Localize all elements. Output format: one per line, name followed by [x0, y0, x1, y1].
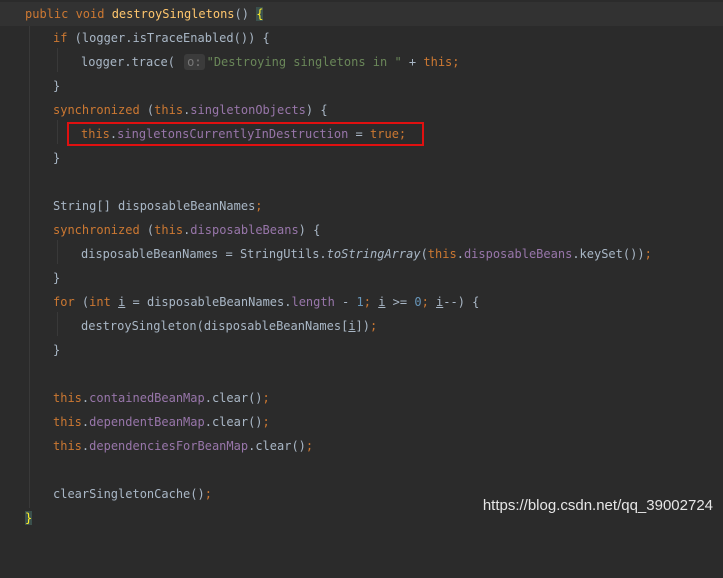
code-token: ;: [262, 415, 270, 429]
code-token: }: [53, 151, 61, 165]
code-token: >=: [385, 295, 415, 309]
code-token: this: [53, 415, 82, 429]
field-name: disposableBeans: [190, 223, 299, 237]
code-line[interactable]: synchronized (this.disposableBeans) {: [0, 218, 723, 242]
code-token: ;: [644, 247, 652, 261]
string-literal: "Destroying singletons in ": [206, 55, 402, 69]
code-token: if: [53, 31, 68, 45]
code-token: (: [139, 103, 155, 117]
code-token: ;: [452, 55, 460, 69]
code-line[interactable]: this.dependentBeanMap.clear();: [0, 410, 723, 434]
code-token: this: [53, 439, 82, 453]
code-token: ;: [305, 439, 314, 453]
number-literal: 0: [414, 295, 422, 309]
code-line[interactable]: }: [0, 74, 723, 98]
code-token: +: [401, 55, 424, 69]
code-token: for: [53, 295, 75, 309]
code-line[interactable]: this.dependenciesForBeanMap.clear();: [0, 434, 723, 458]
code-token: -: [334, 295, 357, 309]
code-token: (: [139, 223, 155, 237]
code-token: logger.trace(: [81, 55, 183, 69]
matched-brace: }: [25, 511, 33, 525]
code-token: .clear(): [204, 391, 263, 405]
code-line[interactable]: for (int i = disposableBeanNames.length …: [0, 290, 723, 314]
code-token: clearSingletonCache(): [53, 487, 205, 501]
code-token: this: [154, 223, 184, 237]
code-token: ;: [255, 199, 263, 213]
code-line[interactable]: String[] disposableBeanNames;: [0, 194, 723, 218]
code-token: synchronized: [53, 103, 140, 117]
code-token: this: [427, 247, 457, 261]
field-name: containedBeanMap: [89, 391, 205, 405]
code-token: (: [74, 295, 90, 309]
code-token: ;: [421, 295, 437, 309]
code-token: }: [53, 79, 61, 93]
code-line[interactable]: if (logger.isTraceEnabled()) {: [0, 26, 723, 50]
code-token: this: [154, 103, 184, 117]
code-line[interactable]: synchronized (this.singletonObjects) {: [0, 98, 723, 122]
code-token: synchronized: [53, 223, 140, 237]
code-token: this: [423, 55, 453, 69]
code-token: String[] disposableBeanNames: [53, 199, 256, 213]
annotation-highlight-box: [67, 122, 424, 146]
watermark: https://blog.csdn.net/qq_39002724: [482, 497, 713, 514]
code-line[interactable]: public void destroySingletons() {: [0, 2, 723, 26]
field-name: disposableBeans: [463, 247, 573, 261]
code-token: ;: [262, 391, 270, 405]
code-line[interactable]: this.containedBeanMap.clear();: [0, 386, 723, 410]
number-literal: 1: [356, 295, 364, 309]
code-token: (logger.isTraceEnabled()) {: [67, 31, 270, 45]
code-line[interactable]: disposableBeanNames = StringUtils.toStri…: [0, 242, 723, 266]
code-token: ;: [370, 319, 378, 333]
code-token: ) {: [298, 223, 321, 237]
code-token: }: [53, 343, 61, 357]
code-editor[interactable]: public void destroySingletons() { if (lo…: [0, 0, 723, 525]
code-token: ]): [355, 319, 370, 333]
code-token: .: [456, 247, 464, 261]
code-line[interactable]: }: [0, 146, 723, 170]
code-token: }: [53, 271, 61, 285]
code-token: ) {: [305, 103, 328, 117]
code-token: .clear(): [204, 415, 263, 429]
code-line[interactable]: logger.trace( o: "Destroying singletons i…: [0, 50, 723, 74]
code-line[interactable]: }: [0, 338, 723, 362]
code-line[interactable]: destroySingleton(disposableBeanNames[i])…: [0, 314, 723, 338]
field-name: dependenciesForBeanMap: [89, 439, 249, 453]
method-name: destroySingletons: [111, 7, 235, 21]
code-token: disposableBeanNames = StringUtils.: [81, 247, 327, 261]
field-name: length: [291, 295, 335, 309]
code-token: int: [89, 295, 111, 309]
code-token: public void: [25, 7, 112, 21]
code-token: .clear(): [248, 439, 306, 453]
static-method: toStringArray: [326, 247, 421, 261]
field-name: dependentBeanMap: [89, 415, 205, 429]
code-token: ;: [363, 295, 379, 309]
code-token: ;: [204, 487, 212, 501]
code-token: (): [234, 7, 257, 21]
code-line[interactable]: }: [0, 266, 723, 290]
code-token: .keySet()): [572, 247, 645, 261]
field-name: singletonObjects: [190, 103, 306, 117]
code-token: destroySingleton(disposableBeanNames[: [81, 319, 349, 333]
matched-brace: {: [256, 7, 264, 21]
code-token: = disposableBeanNames.: [125, 295, 292, 309]
code-token: (: [420, 247, 428, 261]
parameter-hint: o:: [184, 54, 205, 70]
loop-variable: i: [348, 319, 356, 333]
code-token: --) {: [443, 295, 480, 309]
code-token: this: [53, 391, 82, 405]
